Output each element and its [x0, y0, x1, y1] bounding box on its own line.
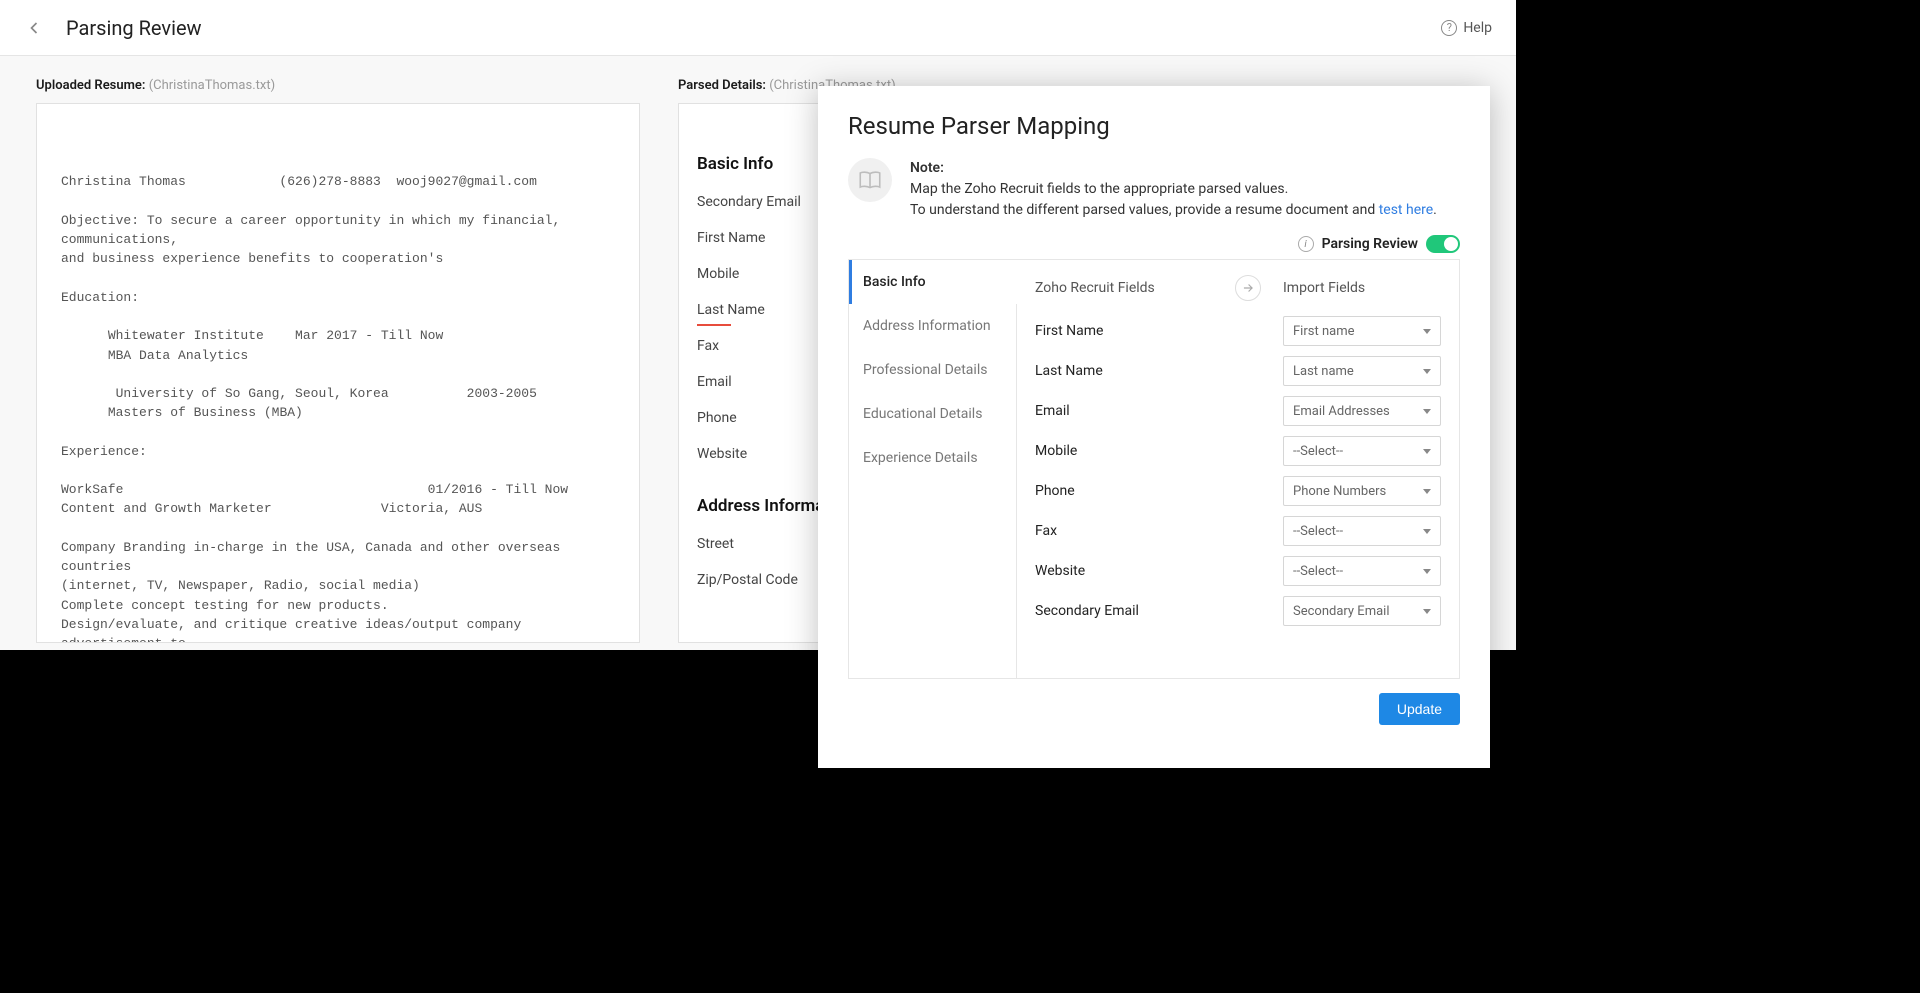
- update-row: Update: [848, 679, 1460, 725]
- header-right-label: Import Fields: [1283, 280, 1441, 296]
- back-arrow-icon[interactable]: [24, 18, 44, 38]
- page-title: Parsing Review: [66, 16, 202, 40]
- field-select[interactable]: --Select--: [1283, 516, 1441, 546]
- chevron-down-icon: [1423, 369, 1431, 374]
- field-select-value: First name: [1293, 324, 1354, 339]
- parsing-review-toggle[interactable]: [1426, 235, 1460, 253]
- field-row: Secondary Email Secondary Email: [1035, 596, 1441, 626]
- mapping-fields: Zoho Recruit Fields Import Fields First …: [1017, 259, 1459, 678]
- info-icon[interactable]: i: [1298, 236, 1314, 252]
- note-line2-pre: To understand the different parsed value…: [910, 202, 1379, 218]
- header-left: Parsing Review: [24, 16, 202, 40]
- field-select[interactable]: Last name: [1283, 356, 1441, 386]
- note-text: Note: Map the Zoho Recruit fields to the…: [910, 158, 1437, 221]
- field-label: Email: [1035, 403, 1283, 419]
- field-label: Secondary Email: [1035, 603, 1283, 619]
- header-left-label: Zoho Recruit Fields: [1035, 280, 1235, 296]
- note-line1: Map the Zoho Recruit fields to the appro…: [910, 181, 1288, 197]
- field-select[interactable]: --Select--: [1283, 556, 1441, 586]
- mapping-tab[interactable]: Address Information: [849, 304, 1016, 348]
- parser-mapping-dialog: Resume Parser Mapping Note: Map the Zoho…: [818, 86, 1490, 768]
- field-label: Phone: [1035, 483, 1283, 499]
- field-select[interactable]: First name: [1283, 316, 1441, 346]
- field-select[interactable]: Phone Numbers: [1283, 476, 1441, 506]
- field-label: First Name: [1035, 323, 1283, 339]
- field-row: Last Name Last name: [1035, 356, 1441, 386]
- resume-raw-box[interactable]: Christina Thomas (626)278-8883 wooj9027@…: [36, 103, 640, 643]
- update-button[interactable]: Update: [1379, 693, 1460, 725]
- parsing-review-toggle-row: i Parsing Review: [848, 235, 1460, 253]
- uploaded-filename: (ChristinaThomas.txt): [149, 78, 275, 93]
- note-label: Note:: [910, 160, 944, 176]
- mapping-tabs: Basic InfoAddress InformationProfessiona…: [849, 259, 1017, 678]
- help-button[interactable]: ? Help: [1441, 20, 1492, 36]
- chevron-down-icon: [1423, 609, 1431, 614]
- field-rows: First Name First name Last Name Last name Em…: [1035, 316, 1441, 626]
- uploaded-label: Uploaded Resume:: [36, 78, 145, 93]
- uploaded-heading: Uploaded Resume: (ChristinaThomas.txt): [36, 78, 640, 93]
- chevron-down-icon: [1423, 329, 1431, 334]
- help-label: Help: [1463, 20, 1492, 36]
- mapping-tab[interactable]: Professional Details: [849, 348, 1016, 392]
- book-icon: [848, 158, 892, 202]
- field-select[interactable]: Email Addresses: [1283, 396, 1441, 426]
- mapping-body: Basic InfoAddress InformationProfessiona…: [848, 259, 1460, 679]
- field-row: Fax --Select--: [1035, 516, 1441, 546]
- chevron-down-icon: [1423, 529, 1431, 534]
- mapping-tab[interactable]: Basic Info: [849, 260, 1017, 304]
- field-select-value: Last name: [1293, 364, 1354, 379]
- field-select-value: Secondary Email: [1293, 604, 1390, 619]
- chevron-down-icon: [1423, 569, 1431, 574]
- note-row: Note: Map the Zoho Recruit fields to the…: [848, 158, 1460, 221]
- field-select-value: --Select--: [1293, 524, 1343, 539]
- field-select-value: Phone Numbers: [1293, 484, 1386, 499]
- field-label: Fax: [1035, 523, 1283, 539]
- field-select[interactable]: Secondary Email: [1283, 596, 1441, 626]
- field-label: Mobile: [1035, 443, 1283, 459]
- chevron-down-icon: [1423, 449, 1431, 454]
- field-select-value: Email Addresses: [1293, 404, 1390, 419]
- field-row: First Name First name: [1035, 316, 1441, 346]
- field-row: Phone Phone Numbers: [1035, 476, 1441, 506]
- dialog-title: Resume Parser Mapping: [848, 112, 1460, 140]
- field-select-value: --Select--: [1293, 564, 1343, 579]
- field-row: Website --Select--: [1035, 556, 1441, 586]
- parsing-review-label: Parsing Review: [1322, 236, 1418, 252]
- field-select-value: --Select--: [1293, 444, 1343, 459]
- help-icon: ?: [1441, 20, 1457, 36]
- chevron-down-icon: [1423, 409, 1431, 414]
- fields-header: Zoho Recruit Fields Import Fields: [1035, 272, 1441, 304]
- header-bar: Parsing Review ? Help: [0, 0, 1516, 56]
- test-here-link[interactable]: test here: [1379, 202, 1433, 218]
- field-row: Mobile --Select--: [1035, 436, 1441, 466]
- resume-raw-text: Christina Thomas (626)278-8883 wooj9027@…: [61, 172, 615, 643]
- field-label: Website: [1035, 563, 1283, 579]
- mapping-tab[interactable]: Educational Details: [849, 392, 1016, 436]
- field-row: Email Email Addresses: [1035, 396, 1441, 426]
- field-label: Last Name: [1035, 363, 1283, 379]
- arrow-right-icon: [1235, 275, 1261, 301]
- parsed-label: Parsed Details:: [678, 78, 766, 93]
- uploaded-column: Uploaded Resume: (ChristinaThomas.txt) C…: [36, 78, 640, 650]
- chevron-down-icon: [1423, 489, 1431, 494]
- field-select[interactable]: --Select--: [1283, 436, 1441, 466]
- note-line2-post: .: [1433, 202, 1437, 218]
- mapping-tab[interactable]: Experience Details: [849, 436, 1016, 480]
